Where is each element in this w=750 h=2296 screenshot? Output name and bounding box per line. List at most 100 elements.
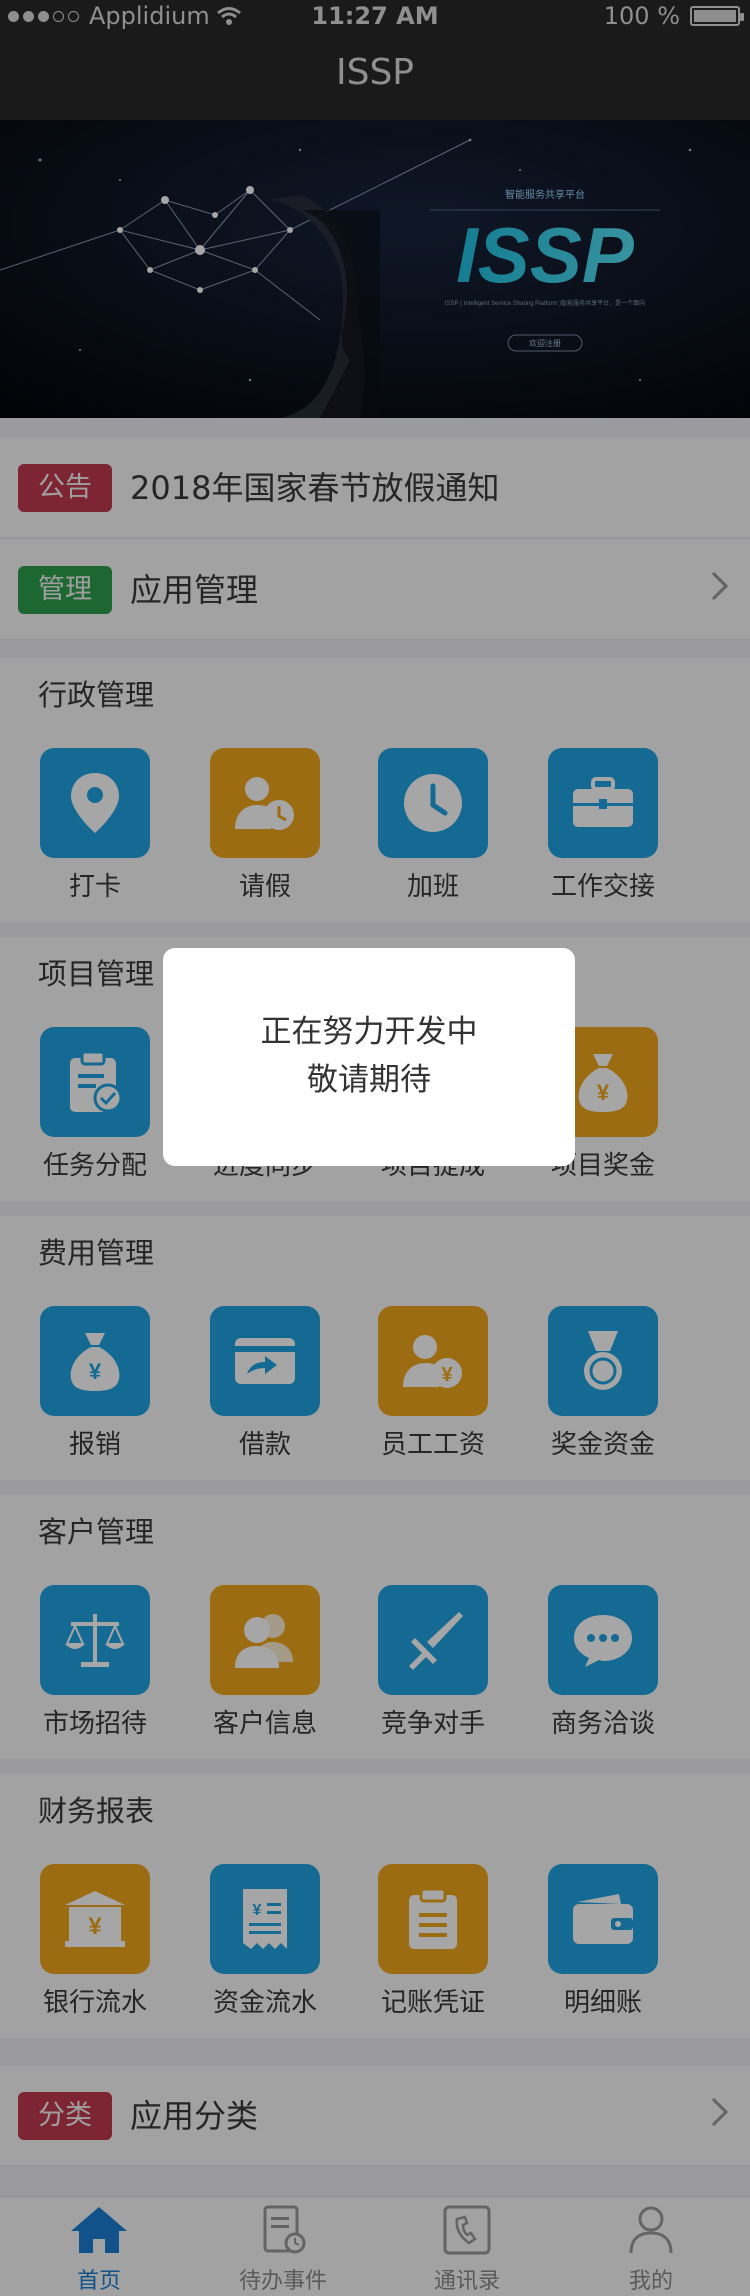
- section-title: 财务报表: [38, 1794, 155, 1828]
- chevron-right-icon: [699, 571, 729, 601]
- tab-contacts[interactable]: 通讯录: [407, 2205, 527, 2295]
- money-bag-icon: ¥: [40, 1306, 150, 1416]
- notice-tag: 公告: [18, 464, 112, 512]
- receipt-icon: ¥: [210, 1864, 320, 1974]
- tile-label: 市场招待: [42, 1709, 147, 1739]
- svg-text:¥: ¥: [253, 1902, 262, 1919]
- tile-business-negotiation[interactable]: 商务洽谈: [548, 1585, 658, 1740]
- tile-label: 客户信息: [212, 1709, 317, 1739]
- dialog-message-line1: 正在努力开发中: [260, 1014, 478, 1050]
- phone-book-icon: [443, 2205, 491, 2255]
- section-administration: 行政管理 打卡 请假 加班 工作交接: [0, 658, 750, 922]
- battery-percentage: 100 %: [603, 2, 680, 30]
- tab-label: 首页: [76, 2269, 121, 2294]
- tile-label: 商务洽谈: [550, 1709, 655, 1739]
- tile-market-hospitality[interactable]: 市场招待: [40, 1585, 150, 1740]
- banner-subtitle: 智能服务共享平台: [505, 188, 585, 201]
- tile-detail-ledger[interactable]: 明细账: [548, 1864, 658, 2019]
- sword-icon: [378, 1585, 488, 1695]
- notice-row[interactable]: 公告 2018年国家春节放假通知: [0, 438, 750, 538]
- tile-overtime[interactable]: 加班: [378, 748, 488, 903]
- tile-clock-in[interactable]: 打卡: [40, 748, 150, 903]
- tile-label: 银行流水: [42, 1988, 147, 2018]
- tile-task-assignment[interactable]: 任务分配: [40, 1027, 150, 1182]
- battery-icon: [690, 6, 744, 26]
- section-customer: 客户管理 市场招待 客户信息 竞争对手 商务洽谈: [0, 1495, 750, 1759]
- medal-icon: [548, 1306, 658, 1416]
- chevron-right-icon: [699, 2097, 729, 2127]
- tile-label: 任务分配: [42, 1151, 147, 1181]
- tile-loan[interactable]: 借款: [210, 1306, 320, 1461]
- banner-description: ISSP ( Intelligent Service Sharing Platf…: [445, 299, 645, 307]
- section-expense: 费用管理 ¥ 报销 借款 ¥ 员工工资 奖金资金: [0, 1216, 750, 1480]
- briefcase-icon: [548, 748, 658, 858]
- tile-accounting-voucher[interactable]: 记账凭证: [378, 1864, 488, 2019]
- tile-label: 员工工资: [380, 1430, 485, 1460]
- clipboard-list-icon: [378, 1864, 488, 1974]
- bank-yuan-icon: ¥: [40, 1864, 150, 1974]
- tile-label: 工作交接: [550, 872, 655, 902]
- tab-home[interactable]: 首页: [39, 2205, 159, 2295]
- app-management-row[interactable]: 管理 应用管理: [0, 540, 750, 640]
- tile-customer-info[interactable]: 客户信息: [210, 1585, 320, 1740]
- tile-label: 加班: [406, 872, 459, 902]
- tab-label: 通讯录: [433, 2269, 500, 2294]
- tile-label: 打卡: [68, 872, 121, 902]
- tab-bar: 首页 待办事件 通讯录 我的: [0, 2196, 750, 2296]
- tile-label: 竞争对手: [380, 1709, 485, 1739]
- banner-button-label: 欢迎注册: [529, 338, 561, 348]
- section-finance: 财务报表 ¥ 银行流水 ¥ 资金流水 记账凭证 明细账: [0, 1774, 750, 2038]
- tab-label: 我的: [628, 2269, 673, 2294]
- tile-bonus-funds[interactable]: 奖金资金: [548, 1306, 658, 1461]
- tile-label: 请假: [238, 872, 291, 902]
- chat-bubble-icon: [548, 1585, 658, 1695]
- clock-icon: [378, 748, 488, 858]
- section-title: 客户管理: [38, 1515, 155, 1549]
- svg-text:¥: ¥: [89, 1359, 102, 1384]
- todo-icon: [263, 2205, 306, 2254]
- tile-bank-statement[interactable]: ¥ 银行流水: [40, 1864, 150, 2019]
- contacts-icon: [210, 1585, 320, 1695]
- section-title: 费用管理: [38, 1236, 155, 1270]
- tab-todo[interactable]: 待办事件: [223, 2205, 343, 2295]
- manage-text: 应用管理: [130, 571, 259, 609]
- tab-profile[interactable]: 我的: [591, 2205, 711, 2295]
- coming-soon-dialog[interactable]: 正在努力开发中 敬请期待: [163, 948, 575, 1166]
- clipboard-check-icon: [40, 1027, 150, 1137]
- person-yuan-icon: ¥: [378, 1306, 488, 1416]
- tile-label: 记账凭证: [380, 1988, 485, 2018]
- tile-competitors[interactable]: 竞争对手: [378, 1585, 488, 1740]
- tile-work-handover[interactable]: 工作交接: [548, 748, 658, 903]
- manage-tag: 管理: [18, 566, 112, 614]
- tile-label: 借款: [238, 1430, 291, 1460]
- tile-label: 奖金资金: [550, 1430, 655, 1460]
- navigation-bar: ISSP: [0, 32, 750, 120]
- promo-banner[interactable]: 智能服务共享平台 ISSP ISSP ( Intelligent Service…: [0, 120, 750, 418]
- person-icon: [629, 2206, 673, 2254]
- svg-text:¥: ¥: [597, 1080, 610, 1105]
- dialog-message-line2: 敬请期待: [307, 1062, 431, 1098]
- page-title: ISSP: [335, 52, 415, 93]
- tile-leave[interactable]: 请假: [210, 748, 320, 903]
- tile-employee-salary[interactable]: ¥ 员工工资: [378, 1306, 488, 1461]
- app-category-row[interactable]: 分类 应用分类: [0, 2066, 750, 2166]
- wallet-icon: [548, 1864, 658, 1974]
- scale-icon: [40, 1585, 150, 1695]
- tile-label: 资金流水: [212, 1988, 317, 2018]
- tab-label: 待办事件: [238, 2269, 327, 2294]
- location-pin-icon: [40, 748, 150, 858]
- tile-fund-flow[interactable]: ¥ 资金流水: [210, 1864, 320, 2019]
- person-clock-icon: [210, 748, 320, 858]
- tile-reimbursement[interactable]: ¥ 报销: [40, 1306, 150, 1461]
- category-text: 应用分类: [130, 2097, 259, 2135]
- svg-text:¥: ¥: [88, 1913, 102, 1940]
- category-tag: 分类: [18, 2092, 112, 2140]
- status-bar: Applidium 11:27 AM 100 %: [0, 0, 750, 32]
- tile-label: 报销: [68, 1430, 121, 1460]
- notice-text: 2018年国家春节放假通知: [130, 469, 500, 507]
- home-icon: [71, 2207, 127, 2253]
- section-title: 项目管理: [38, 957, 155, 991]
- tile-label: 明细账: [563, 1988, 642, 2018]
- banner-logo: ISSP: [456, 211, 635, 299]
- banner-image: 智能服务共享平台 ISSP ISSP ( Intelligent Service…: [0, 120, 750, 418]
